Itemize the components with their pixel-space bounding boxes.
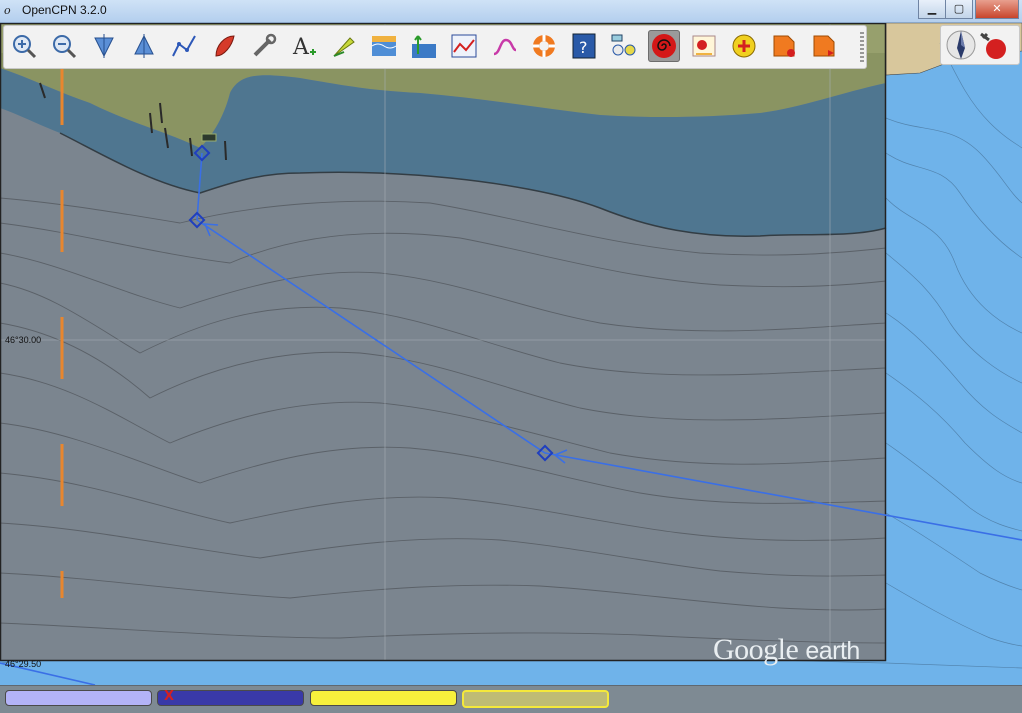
weather-icon [692, 35, 716, 57]
svg-text:?: ? [579, 38, 588, 57]
lifebuoy-icon [533, 35, 555, 57]
wrench-icon [253, 33, 277, 57]
app-icon: o [4, 4, 11, 17]
scale-out-icon [134, 34, 154, 58]
text-icon: A [292, 35, 316, 60]
current-icon [333, 37, 355, 57]
svg-text:A: A [292, 35, 310, 60]
status-mark: X [164, 689, 175, 704]
text-button[interactable]: A [288, 30, 320, 62]
tide-height-button[interactable] [408, 30, 440, 62]
compass-widget[interactable] [940, 25, 1020, 65]
zoom-in-icon [13, 35, 37, 59]
route-manager-icon [493, 38, 517, 56]
latitude-label: 46°29.50 [5, 659, 42, 669]
layers-button[interactable] [608, 30, 640, 62]
google-earth-watermark: Google earth [713, 633, 860, 666]
plugin-play-button[interactable] [808, 30, 840, 62]
compass-north-icon [946, 30, 976, 60]
layers-icon [611, 34, 636, 56]
tide-height-icon [412, 35, 436, 58]
plugin-spiral-button[interactable] [648, 30, 680, 62]
create-route-button[interactable] [168, 30, 200, 62]
latitude-label: 46°30.00 [5, 335, 42, 345]
status-panel [5, 690, 152, 706]
record-icon [773, 35, 795, 57]
zoom-out-button[interactable] [48, 30, 80, 62]
status-bar: X [0, 685, 1022, 713]
radar-icon [732, 34, 756, 58]
close-button[interactable]: ✕ [975, 0, 1019, 19]
route-manager-button[interactable] [488, 30, 520, 62]
plugin-record-button[interactable] [768, 30, 800, 62]
chart-canvas[interactable]: 46°30.00 46°29.50 Google earth [0, 23, 1022, 685]
minimize-button[interactable]: ▁ [918, 0, 946, 19]
scale-out-button[interactable] [128, 30, 160, 62]
tide-icon [371, 36, 397, 56]
status-panel: X [157, 689, 304, 706]
help-icon: ? [572, 33, 596, 59]
track-button[interactable] [448, 30, 480, 62]
title-bar: o OpenCPN 3.2.0 ▁ ▢ ✕ [0, 0, 1022, 23]
chart-map [0, 23, 1022, 685]
main-toolbar: A ? [3, 25, 867, 69]
status-panel [310, 690, 457, 706]
maximize-button[interactable]: ▢ [945, 0, 973, 19]
mob-button[interactable] [528, 30, 560, 62]
route-icon [172, 35, 196, 57]
spiral-icon [652, 34, 676, 58]
play-icon [813, 35, 835, 57]
tide-button[interactable] [368, 30, 400, 62]
toolbar-grip[interactable] [860, 32, 864, 62]
status-panel [462, 690, 609, 708]
track-icon [451, 34, 477, 58]
scale-in-icon [94, 34, 114, 58]
window-title: OpenCPN 3.2.0 [22, 3, 107, 17]
auto-follow-button[interactable] [208, 30, 240, 62]
plugin-weather-button[interactable] [688, 30, 720, 62]
help-button[interactable]: ? [568, 30, 600, 62]
current-button[interactable] [328, 30, 360, 62]
scale-in-button[interactable] [88, 30, 120, 62]
gps-status-icon [980, 32, 1006, 59]
settings-button[interactable] [248, 30, 280, 62]
boat-icon [215, 35, 235, 57]
zoom-out-icon [53, 35, 77, 59]
plugin-radar-button[interactable] [728, 30, 760, 62]
zoom-in-button[interactable] [8, 30, 40, 62]
